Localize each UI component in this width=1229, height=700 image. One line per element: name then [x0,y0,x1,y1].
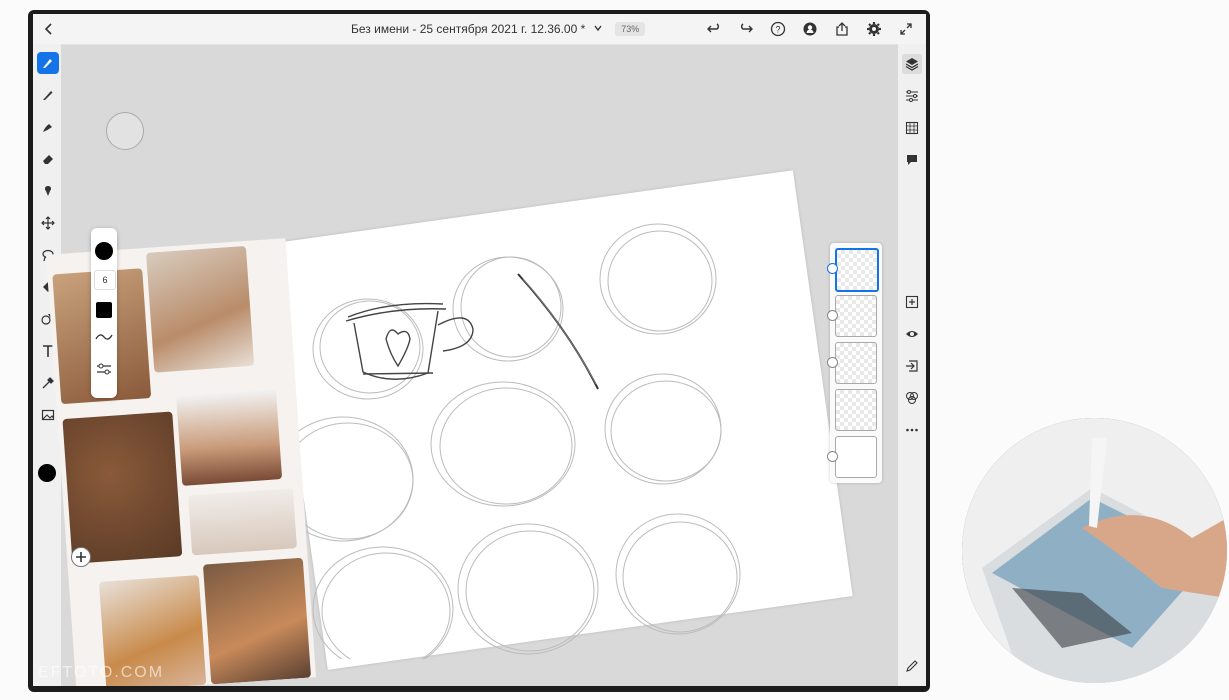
reference-photo-autumn [202,557,312,685]
right-tool-rail [898,44,926,686]
brush-settings-icon[interactable] [95,362,113,381]
reference-photo-flowers [188,488,298,556]
toolbar-actions: ? [704,19,916,39]
layer-badge-icon [827,263,838,274]
settings-gear-icon[interactable] [864,19,884,39]
add-reference-button[interactable] [71,547,91,567]
reference-photo-coffee [146,245,255,373]
reference-photo-cupcakes [176,389,283,486]
layer-thumbnail[interactable] [835,389,877,431]
share-icon[interactable] [832,19,852,39]
layer-thumbnail[interactable] [835,248,879,292]
brush-smoothing-icon[interactable] [95,330,113,349]
layer-thumbnail[interactable] [835,436,877,478]
brush-color-swatch[interactable] [95,242,113,260]
reference-image-panel[interactable] [45,238,317,686]
layer-badge-icon [827,451,838,462]
eraser-icon[interactable] [37,148,59,170]
zoom-level[interactable]: 73% [615,22,646,36]
layer-badge-icon [827,357,838,368]
current-color-swatch[interactable] [38,464,56,482]
document-title[interactable]: Без имени - 25 сентября 2021 г. 12.36.00… [351,22,585,36]
brush-size-field[interactable]: 6 [94,270,116,290]
smudge-icon[interactable] [37,180,59,202]
pencil-icon[interactable] [902,656,922,676]
add-layer-icon[interactable] [902,292,922,312]
comments-icon[interactable] [902,150,922,170]
vector-brush-icon[interactable] [37,116,59,138]
adjustments-icon[interactable] [902,86,922,106]
help-icon[interactable]: ? [768,19,788,39]
blend-icon[interactable] [902,388,922,408]
layers-panel [827,243,882,483]
fullscreen-icon[interactable] [896,19,916,39]
svg-text:?: ? [775,25,780,35]
brush-settings-popup: 6 [91,228,117,398]
visibility-icon[interactable] [902,324,922,344]
undo-icon[interactable] [704,19,724,39]
layer-thumbnail[interactable] [835,342,877,384]
layers-icon[interactable] [902,54,922,74]
live-brush-icon[interactable] [37,84,59,106]
reference-photo-buns [62,411,183,564]
brush-flow-swatch[interactable] [96,302,112,318]
back-chevron-icon[interactable] [41,21,57,37]
grid-icon[interactable] [902,118,922,138]
more-icon[interactable] [902,420,922,440]
redo-icon[interactable] [736,19,756,39]
chevron-down-icon[interactable] [593,23,603,36]
sketch-strokes [272,223,741,659]
webcam-overlay [962,418,1227,683]
app-screen: Без имени - 25 сентября 2021 г. 12.36.00… [33,14,926,686]
layer-thumbnail[interactable] [835,295,877,337]
pixel-brush-icon[interactable] [37,52,59,74]
brush-size-preview [106,112,144,150]
transform-icon[interactable] [37,212,59,234]
top-toolbar: Без имени - 25 сентября 2021 г. 12.36.00… [33,14,926,45]
layer-badge-icon [827,310,838,321]
invite-user-icon[interactable] [800,19,820,39]
document-title-group[interactable]: Без имени - 25 сентября 2021 г. 12.36.00… [351,22,646,36]
watermark-text: EFTOTO.COM [38,664,165,681]
import-icon[interactable] [902,356,922,376]
